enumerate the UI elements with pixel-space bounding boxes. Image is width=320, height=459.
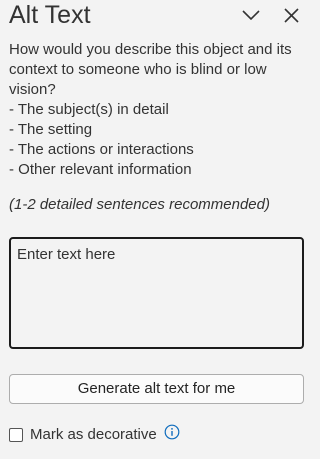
guidance-item-actions: - The actions or interactions xyxy=(9,141,194,158)
chevron-down-icon xyxy=(242,10,260,20)
pane-header: Alt Text xyxy=(0,0,311,30)
guidance-item-subject: - The subject(s) in detail xyxy=(9,101,169,118)
info-icon[interactable] xyxy=(164,424,180,440)
mark-decorative-label[interactable]: Mark as decorative xyxy=(30,425,157,445)
close-icon xyxy=(283,7,299,23)
guidance-item-setting: - The setting xyxy=(9,121,93,138)
mark-decorative-checkbox[interactable] xyxy=(9,428,23,442)
alt-text-guidance: How would you describe this object and i… xyxy=(9,40,305,180)
guidance-intro: How would you describe this object and i… xyxy=(9,41,292,98)
guidance-item-other: - Other relevant information xyxy=(9,161,192,178)
collapse-pane-button[interactable] xyxy=(240,4,262,26)
mark-decorative-row: Mark as decorative xyxy=(9,424,180,445)
alt-text-input[interactable] xyxy=(9,237,304,349)
length-recommendation: (1-2 detailed sentences recommended) xyxy=(9,196,270,213)
pane-title: Alt Text xyxy=(9,1,91,29)
generate-alt-text-button[interactable]: Generate alt text for me xyxy=(9,374,304,404)
close-pane-button[interactable] xyxy=(280,4,302,26)
